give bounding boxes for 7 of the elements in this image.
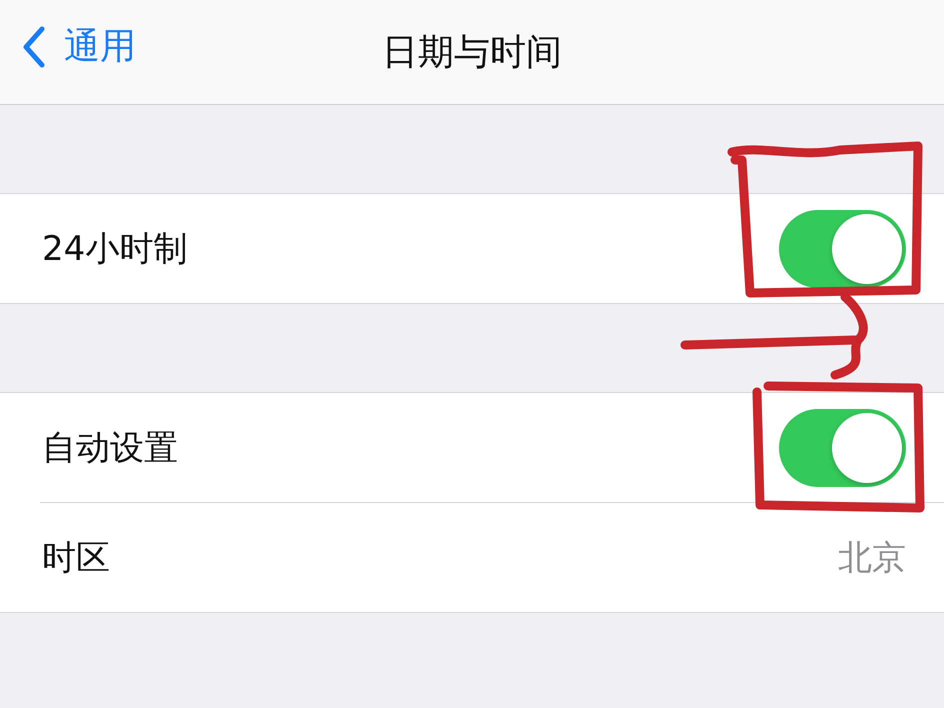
screen-title: 日期与时间 xyxy=(382,30,562,74)
chevron-left-icon xyxy=(22,24,46,68)
back-button[interactable]: 通用 xyxy=(22,22,136,71)
row-label: 自动设置 xyxy=(42,426,178,470)
row-value: 北京 xyxy=(838,536,906,580)
row-label: 24小时制 xyxy=(42,228,188,270)
row-label: 时区 xyxy=(42,536,110,580)
